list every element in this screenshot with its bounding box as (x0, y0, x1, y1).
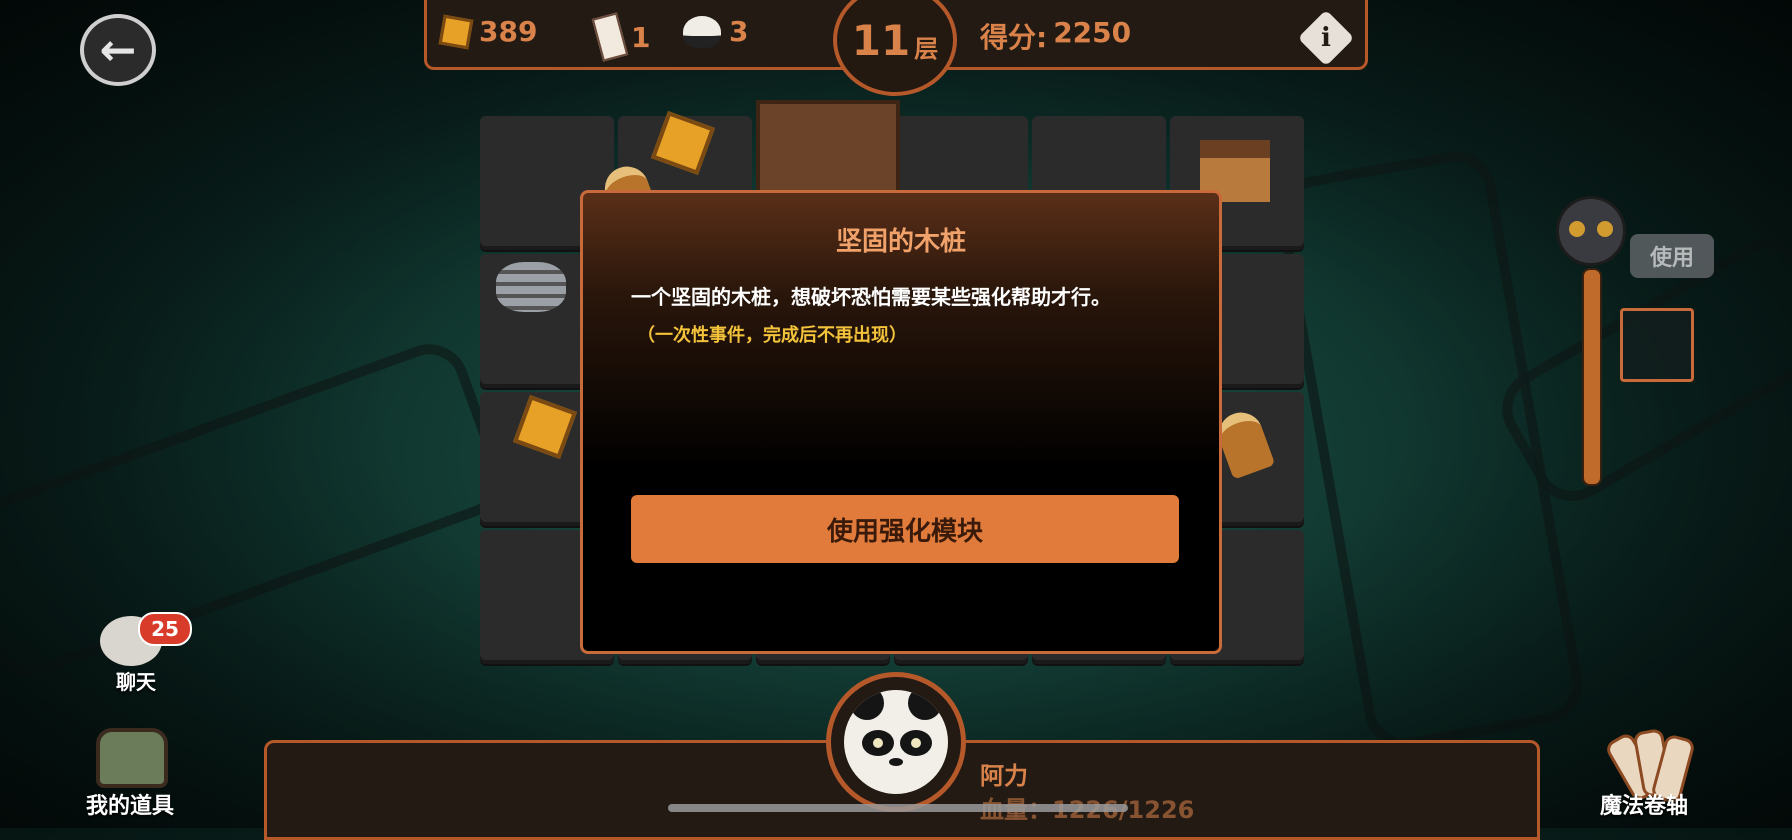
dog-eye (1569, 221, 1585, 237)
panda-ear (908, 690, 942, 720)
panda-eye (900, 730, 932, 756)
magic-scroll-label[interactable]: 魔法卷轴 (1600, 788, 1688, 820)
gold-bar-pickup[interactable] (512, 394, 578, 460)
dog-eye (1597, 221, 1613, 237)
dialog-description: 一个坚固的木桩，想破坏恐怕需要某些强化帮助才行。 (631, 285, 1111, 309)
chat-button[interactable]: 25 聊天 (96, 610, 192, 694)
panda-pupil (911, 738, 921, 748)
rice-resource: 3 (683, 15, 748, 48)
chat-unread-badge: 25 (138, 612, 192, 646)
wooden-stump-icon[interactable] (1212, 406, 1276, 480)
coin-stack-icon[interactable] (496, 262, 566, 312)
backpack-icon[interactable] (96, 728, 168, 788)
gold-resource: 389 (438, 14, 538, 49)
info-button[interactable]: i (1297, 9, 1355, 67)
arrow-left-icon: ← (99, 24, 137, 76)
use-upgrade-module-button[interactable]: 使用强化模块 (631, 495, 1179, 563)
gold-count: 389 (479, 15, 538, 48)
my-items-label[interactable]: 我的道具 (86, 788, 174, 820)
scroll-count: 1 (631, 20, 651, 54)
item-slot[interactable] (1620, 308, 1694, 382)
rice-ball-icon (683, 15, 721, 48)
floor-unit: 层 (914, 34, 939, 63)
dog-totem-icon (1556, 196, 1626, 266)
panda-avatar (844, 690, 948, 794)
use-button[interactable]: 使用 (1630, 234, 1714, 278)
dialog-note: （一次性事件，完成后不再出现） (637, 325, 907, 346)
floor-number: 11 (851, 15, 911, 65)
exit-door-icon[interactable] (756, 100, 900, 196)
background-chain (0, 333, 515, 687)
scroll-icon (591, 12, 629, 62)
score-value: 2250 (1053, 16, 1132, 49)
totem-pole (1582, 268, 1602, 486)
panda-eye (862, 730, 894, 756)
info-icon: i (1321, 23, 1331, 53)
chat-label: 聊天 (116, 670, 156, 694)
dialog-title: 坚固的木桩 (835, 227, 966, 257)
back-button[interactable]: ← (80, 14, 156, 86)
score-display: 得分: 2250 (980, 16, 1131, 56)
panda-nose (889, 758, 903, 766)
magic-scroll-icon[interactable] (1603, 727, 1697, 805)
gold-bar-icon (438, 14, 474, 49)
rice-count: 3 (729, 15, 749, 48)
panda-ear (850, 690, 884, 720)
event-dialog: 坚固的木桩 一个坚固的木桩，想破坏恐怕需要某些强化帮助才行。 （一次性事件，完成… (580, 190, 1222, 654)
home-indicator[interactable] (668, 804, 1128, 812)
gold-bar-pickup[interactable] (650, 110, 716, 176)
floor-indicator: 11 层 (833, 0, 957, 96)
hero-portrait[interactable] (826, 672, 966, 812)
scroll-resource: 1 (591, 12, 651, 62)
score-label: 得分: (980, 21, 1048, 54)
panda-pupil (873, 738, 883, 748)
hero-name: 阿力 (980, 762, 1028, 790)
